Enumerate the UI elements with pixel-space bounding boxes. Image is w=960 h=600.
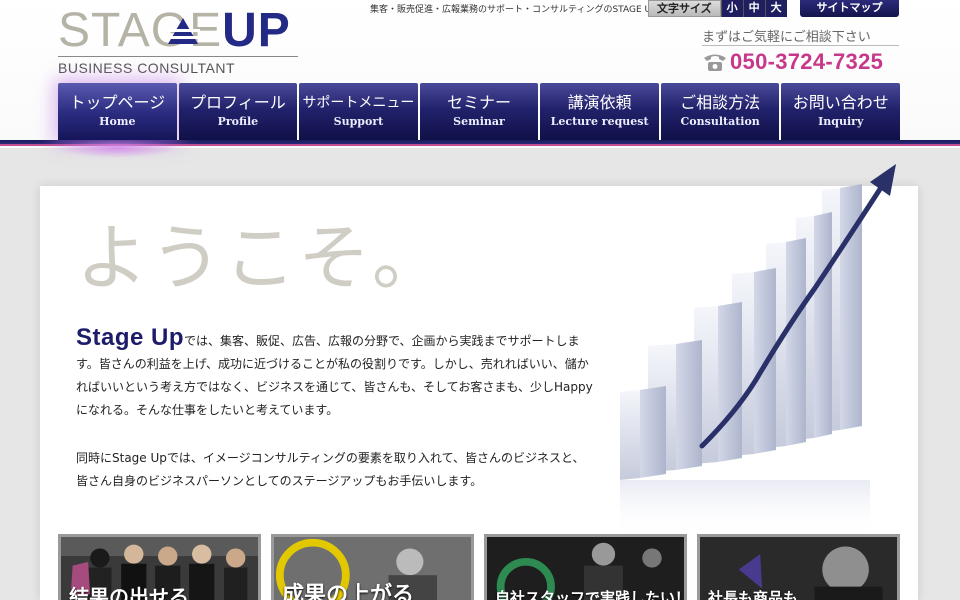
- font-size-small-button[interactable]: 小: [720, 0, 743, 17]
- nav-item-home[interactable]: トップページ Home: [58, 83, 177, 140]
- main-navigation: トップページ Home プロフィール Profile サポートメニュー Supp…: [58, 83, 901, 140]
- feature-card-caption: 社長も商品も: [708, 589, 799, 600]
- font-size-label: 文字サイズ: [648, 0, 721, 17]
- font-size-medium-button[interactable]: 中: [742, 0, 765, 17]
- nav-label-en: Consultation: [680, 115, 760, 128]
- feature-card[interactable]: 自社スタッフで実践したい！: [484, 534, 687, 600]
- intro-paragraph-2: 同時にStage Upでは、イメージコンサルティングの要素を取り入れて、皆さんの…: [76, 451, 585, 488]
- nav-item-inquiry[interactable]: お問い合わせ Inquiry: [781, 83, 901, 140]
- logo-up: UP: [222, 4, 291, 57]
- welcome-heading: ようこそ。: [76, 216, 447, 300]
- active-nav-glow: [58, 138, 176, 158]
- phone-block: 050-3724-7325: [702, 49, 883, 75]
- chart-bars: [620, 184, 862, 480]
- site-tagline: 集客・販売促進・広報業務のサポート・コンサルティングのSTAGE UP: [370, 5, 657, 15]
- sitemap-button[interactable]: サイトマップ: [800, 0, 899, 17]
- nav-label-en: Inquiry: [818, 115, 864, 128]
- nav-label-jp: プロフィール: [190, 93, 286, 112]
- feature-card[interactable]: 社長も商品も: [697, 534, 900, 600]
- feature-card-caption: 結果の出せる: [69, 585, 189, 600]
- nav-label-en: Profile: [217, 115, 259, 128]
- feature-card-caption: 自社スタッフで実践したい！: [495, 589, 687, 600]
- font-size-switcher: 文字サイズ 小 中 大: [648, 0, 787, 17]
- growth-chart-illustration: [620, 164, 896, 538]
- nav-label-jp: ご相談方法: [680, 93, 761, 112]
- nav-item-support[interactable]: サポートメニュー Support: [299, 83, 418, 140]
- intro-paragraph: Stage Upでは、集客、販促、広告、広報の分野で、企画から実践までサポートし…: [76, 326, 596, 422]
- font-size-large-button[interactable]: 大: [764, 0, 787, 17]
- nav-item-seminar[interactable]: セミナー Seminar: [419, 83, 539, 140]
- feature-cards: 結果の出せる 成果の上がる 自社スタッフで実践したい！ 社長も商品も: [58, 534, 900, 600]
- telephone-icon: [704, 54, 726, 71]
- logo-triangle-icon: [166, 18, 200, 44]
- chart-reflection: [620, 480, 870, 538]
- contact-divider: [702, 45, 899, 46]
- feature-card[interactable]: 成果の上がる: [271, 534, 474, 600]
- nav-label-en: Lecture request: [550, 115, 649, 128]
- logo-subtitle: BUSINESS CONSULTANT: [58, 60, 236, 76]
- feature-card-caption: 成果の上がる: [282, 583, 415, 600]
- phone-number[interactable]: 050-3724-7325: [730, 49, 883, 75]
- nav-item-consultation[interactable]: ご相談方法 Consultation: [660, 83, 780, 140]
- nav-label-en: Support: [333, 115, 384, 128]
- nav-label-jp: セミナー: [447, 93, 512, 112]
- nav-label-jp: 講演依頼: [567, 93, 632, 112]
- feature-card[interactable]: 結果の出せる: [58, 534, 261, 600]
- nav-label-en: Seminar: [453, 115, 505, 128]
- site-logo[interactable]: STAGEUP BUSINESS CONSULTANT: [58, 4, 308, 76]
- logo-divider: [58, 56, 298, 57]
- nav-label-jp: トップページ: [69, 93, 166, 112]
- nav-item-profile[interactable]: プロフィール Profile: [178, 83, 298, 140]
- nav-label-en: Home: [99, 115, 136, 128]
- contact-note: まずはご気軽にご相談下さい: [702, 30, 871, 45]
- nav-item-lecture-request[interactable]: 講演依頼 Lecture request: [540, 83, 659, 140]
- brand-name: Stage Up: [76, 324, 185, 351]
- nav-label-jp: お問い合わせ: [792, 93, 889, 112]
- nav-label-jp: サポートメニュー: [302, 95, 415, 111]
